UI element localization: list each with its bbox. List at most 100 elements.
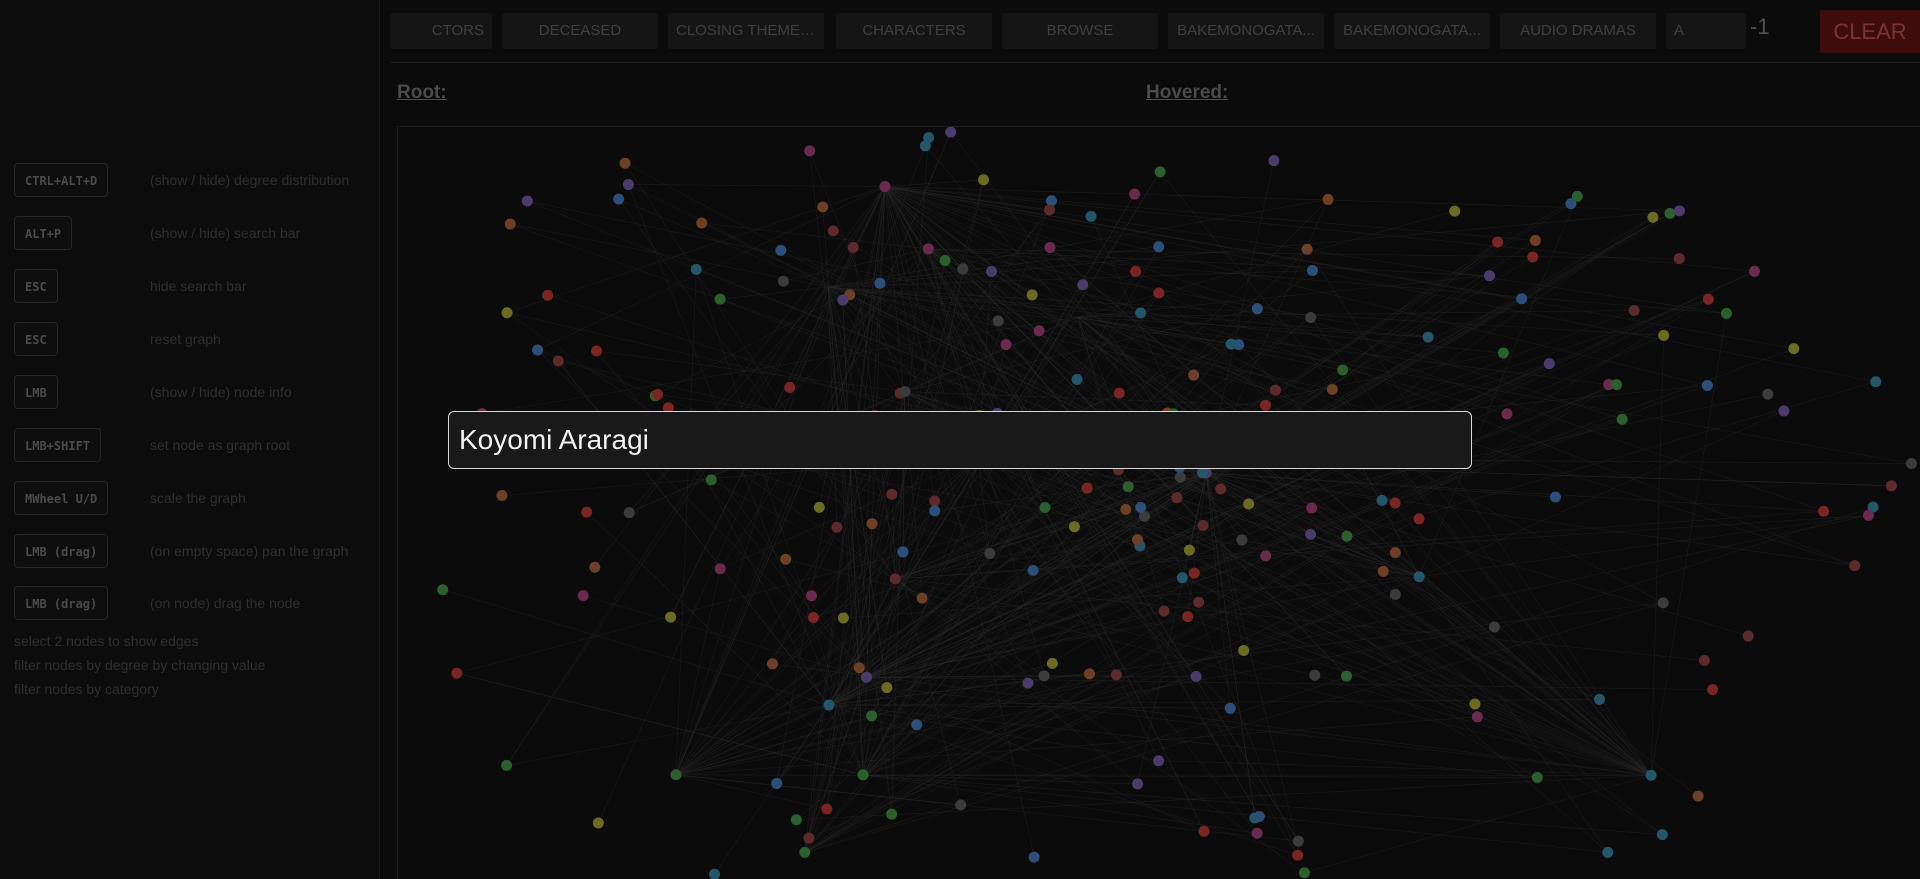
graph-node[interactable] [1647, 211, 1659, 223]
graph-node[interactable] [705, 474, 717, 486]
graph-node[interactable] [784, 381, 796, 393]
search-input[interactable] [448, 411, 1472, 469]
graph-node[interactable] [897, 546, 909, 558]
graph-node[interactable] [1673, 205, 1685, 217]
graph-node[interactable] [1413, 513, 1425, 525]
graph-node[interactable] [623, 507, 635, 519]
graph-node[interactable] [817, 201, 829, 213]
graph-node[interactable] [1171, 492, 1183, 504]
graph-node[interactable] [837, 294, 849, 306]
graph-node[interactable] [1628, 305, 1640, 317]
graph-node[interactable] [837, 612, 849, 624]
graph-node[interactable] [1154, 166, 1166, 178]
graph-node[interactable] [1527, 251, 1539, 263]
graph-node[interactable] [1778, 405, 1790, 417]
graph-node[interactable] [1322, 193, 1334, 205]
graph-node[interactable] [1110, 669, 1122, 681]
graph-node[interactable] [1158, 605, 1170, 617]
category-filter-button[interactable]: BAKEMONOGATA... [1168, 13, 1324, 49]
graph-node[interactable] [1253, 810, 1265, 822]
graph-node[interactable] [1658, 329, 1670, 341]
graph-node[interactable] [881, 682, 893, 694]
graph-node[interactable] [1549, 491, 1561, 503]
graph-node[interactable] [1571, 190, 1583, 202]
graph-node[interactable] [1497, 347, 1509, 359]
graph-node[interactable] [437, 584, 449, 596]
graph-node[interactable] [1026, 289, 1038, 301]
graph-node[interactable] [1483, 270, 1495, 282]
degree-filter-value[interactable]: -1 [1750, 14, 1770, 40]
graph-node[interactable] [771, 778, 783, 790]
graph-node[interactable] [1188, 369, 1200, 381]
graph-node[interactable] [1492, 236, 1504, 248]
category-filter-button[interactable]: AUDIO DRAMAS [1500, 13, 1656, 49]
graph-node[interactable] [780, 553, 792, 565]
graph-node[interactable] [1243, 498, 1255, 510]
graph-node[interactable] [1309, 669, 1321, 681]
graph-node[interactable] [923, 132, 935, 144]
graph-node[interactable] [1531, 771, 1543, 783]
graph-node[interactable] [652, 389, 664, 401]
graph-node[interactable] [1068, 521, 1080, 533]
graph-node[interactable] [1260, 399, 1272, 411]
graph-node[interactable] [1616, 413, 1628, 425]
graph-node[interactable] [1602, 846, 1614, 858]
graph-node[interactable] [1341, 530, 1353, 542]
graph-node[interactable] [1225, 338, 1237, 350]
category-filter-button[interactable]: BAKEMONOGATA... [1334, 13, 1490, 49]
graph-node[interactable] [1039, 501, 1051, 513]
graph-node[interactable] [1215, 483, 1227, 495]
graph-node[interactable] [1885, 480, 1897, 492]
graph-node[interactable] [831, 521, 843, 533]
graph-node[interactable] [1905, 457, 1917, 469]
graph-node[interactable] [1488, 621, 1500, 633]
graph-node[interactable] [1000, 339, 1012, 351]
graph-node[interactable] [1337, 364, 1349, 376]
graph-node[interactable] [1818, 505, 1830, 517]
graph-node[interactable] [986, 265, 998, 277]
graph-node[interactable] [1377, 565, 1389, 577]
graph-node[interactable] [592, 817, 604, 829]
graph-node[interactable] [1720, 307, 1732, 319]
graph-node[interactable] [1269, 384, 1281, 396]
graph-node[interactable] [1198, 825, 1210, 837]
graph-node[interactable] [1044, 241, 1056, 253]
graph-node[interactable] [955, 799, 967, 811]
graph-node[interactable] [1043, 204, 1055, 216]
graph-node[interactable] [929, 495, 941, 507]
graph-node[interactable] [1389, 588, 1401, 600]
graph-node[interactable] [857, 769, 869, 781]
graph-node[interactable] [670, 769, 682, 781]
graph-node[interactable] [1131, 534, 1143, 546]
graph-node[interactable] [978, 174, 990, 186]
graph-node[interactable] [1376, 494, 1388, 506]
graph-node[interactable] [1516, 293, 1528, 305]
graph-node[interactable] [1224, 702, 1236, 714]
graph-node[interactable] [1692, 790, 1704, 802]
graph-node[interactable] [1673, 253, 1685, 265]
graph-node[interactable] [1702, 293, 1714, 305]
graph-node[interactable] [1027, 564, 1039, 576]
graph-node[interactable] [552, 355, 564, 367]
graph-node[interactable] [992, 315, 1004, 327]
graph-node[interactable] [886, 488, 898, 500]
graph-node[interactable] [1529, 234, 1541, 246]
graph-node[interactable] [1190, 670, 1202, 682]
graph-svg[interactable] [398, 127, 1920, 879]
graph-node[interactable] [1326, 383, 1338, 395]
graph-node[interactable] [899, 386, 911, 398]
graph-node[interactable] [775, 244, 787, 256]
graph-node[interactable] [1543, 358, 1555, 370]
category-filter-button[interactable]: A [1666, 13, 1746, 49]
graph-node[interactable] [1238, 644, 1250, 656]
graph-node[interactable] [827, 225, 839, 237]
graph-node[interactable] [1292, 835, 1304, 847]
graph-node[interactable] [1762, 388, 1774, 400]
graph-node[interactable] [1656, 829, 1668, 841]
graph-node[interactable] [1664, 207, 1676, 219]
graph-node[interactable] [984, 548, 996, 560]
graph-node[interactable] [1197, 519, 1209, 531]
graph-node[interactable] [501, 307, 513, 319]
graph-node[interactable] [957, 263, 969, 275]
graph-node[interactable] [803, 832, 815, 844]
